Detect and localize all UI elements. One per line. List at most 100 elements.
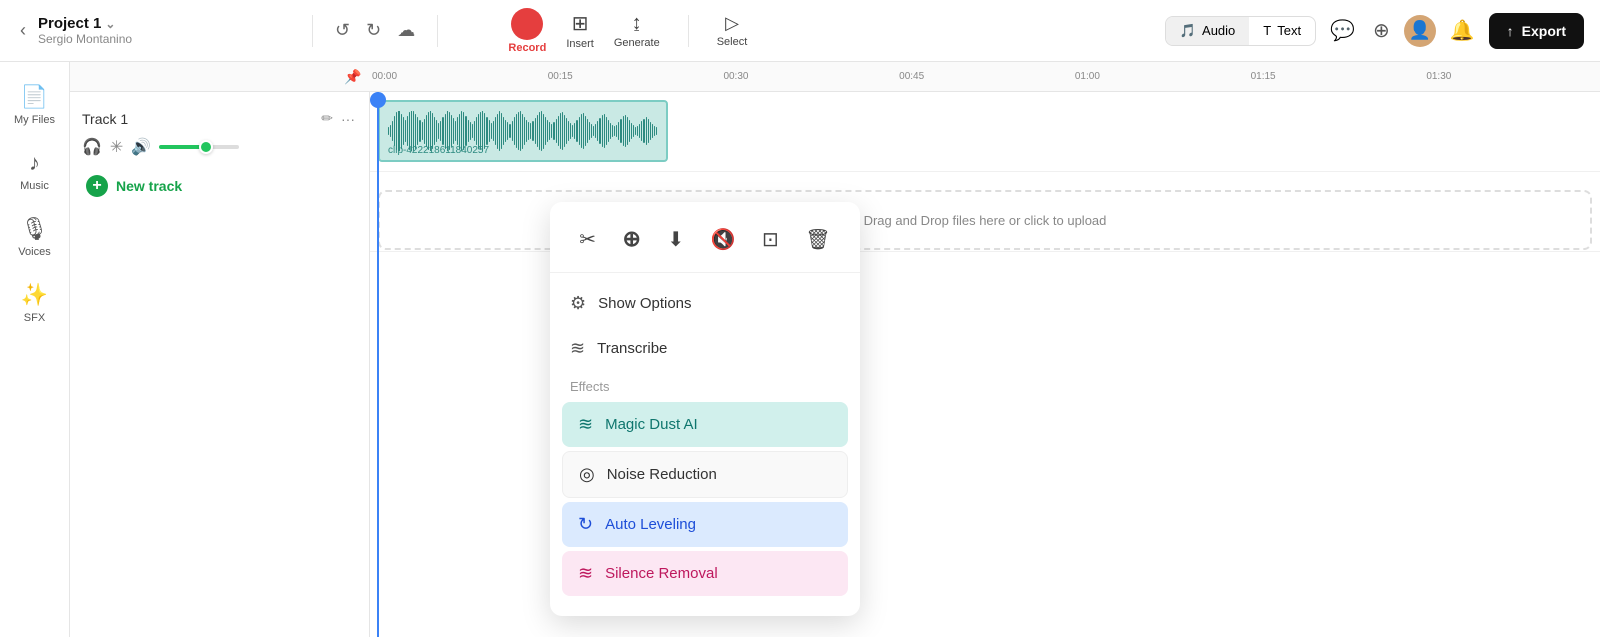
cloud-save-button[interactable]: ☁ <box>391 14 421 47</box>
editor: 📌 00:00 00:15 00:30 00:45 01:00 01:15 01… <box>70 62 1600 637</box>
add-button[interactable]: ⊕ <box>1369 14 1394 47</box>
track-1-name: Track 1 <box>82 111 128 127</box>
avatar: 👤 <box>1404 15 1436 47</box>
record-label: Record <box>508 42 546 54</box>
export-label: Export <box>1522 23 1566 39</box>
track-1-actions: ✏ ··· <box>319 108 357 129</box>
magic-dust-effect[interactable]: ≋ Magic Dust AI <box>562 402 848 447</box>
export-button[interactable]: ↑ Export <box>1489 13 1584 49</box>
music-icon: ♪ <box>29 150 40 176</box>
ruler-marks: 00:00 00:15 00:30 00:45 01:00 01:15 01:3… <box>370 71 1600 82</box>
show-options-item[interactable]: ⚙ Show Options <box>550 281 860 326</box>
new-track-label: New track <box>116 178 182 194</box>
ruler-mark-1: 00:15 <box>546 71 722 82</box>
context-toolbar: ✂ ⊕ ⬇ 🔇 ⊡ 🗑 <box>550 214 860 273</box>
text-toggle-button[interactable]: T Text <box>1249 17 1315 45</box>
magic-dust-label: Magic Dust AI <box>605 416 698 433</box>
ruler-mark-4: 01:00 <box>1073 71 1249 82</box>
generate-button[interactable]: ↨ Generate <box>614 12 660 49</box>
ctx-mute-button[interactable]: 🔇 <box>703 219 744 260</box>
record-button[interactable]: Record <box>508 8 546 54</box>
silence-removal-effect[interactable]: ≋ Silence Removal <box>562 551 848 596</box>
track-1-lane: clip-422218611840257 <box>370 92 1600 172</box>
ruler-mark-2: 00:30 <box>721 71 897 82</box>
track-1-controls: 🎧 ✳ 🔊 <box>82 137 357 157</box>
select-label: Select <box>717 36 748 48</box>
noise-reduction-icon: ◎ <box>579 464 595 485</box>
project-author: Sergio Montanino <box>38 32 132 46</box>
audio-icon: 🎵 <box>1180 23 1196 39</box>
notification-button[interactable]: 🔔 <box>1446 14 1479 47</box>
topbar-center: Record ⊞ Insert ↨ Generate ▷ Select <box>454 8 801 54</box>
generate-label: Generate <box>614 37 660 49</box>
project-title: Project 1 <box>38 15 101 32</box>
headphone-button[interactable]: 🎧 <box>82 137 102 157</box>
clip-name: clip-422218611840257 <box>388 145 489 156</box>
track-item-1: Track 1 ✏ ··· 🎧 ✳ 🔊 <box>70 100 369 165</box>
sidebar: 📄 My Files ♪ Music 🎙 Voices ✨ SFX <box>0 62 70 637</box>
sidebar-item-sfx[interactable]: ✨ SFX <box>6 272 64 334</box>
track-header-1: Track 1 ✏ ··· <box>82 108 357 129</box>
divider-2 <box>437 15 438 47</box>
auto-leveling-icon: ↻ <box>578 514 593 535</box>
noise-reduction-label: Noise Reduction <box>607 466 717 483</box>
volume-button[interactable]: 🔊 <box>131 137 151 157</box>
track-edit-button[interactable]: ✏ <box>319 108 335 129</box>
ctx-split-button[interactable]: ⊡ <box>754 219 787 260</box>
magic-dust-icon: ≋ <box>578 414 593 435</box>
audio-label: Audio <box>1202 23 1235 38</box>
new-track-button[interactable]: + New track <box>70 165 369 207</box>
undo-button[interactable]: ↺ <box>329 14 356 47</box>
ruler-mark-5: 01:15 <box>1249 71 1425 82</box>
topbar-edit-actions: ↺ ↻ ☁ <box>329 14 421 47</box>
ctx-delete-button[interactable]: 🗑 <box>797 219 838 260</box>
sfx-label: SFX <box>24 312 45 324</box>
auto-leveling-label: Auto Leveling <box>605 516 696 533</box>
audio-toggle-button[interactable]: 🎵 Audio <box>1166 17 1249 45</box>
auto-leveling-effect[interactable]: ↻ Auto Leveling <box>562 502 848 547</box>
sidebar-item-voices[interactable]: 🎙 Voices <box>6 206 64 268</box>
project-info: Project 1 ⌄ Sergio Montanino <box>38 15 132 46</box>
volume-slider[interactable] <box>159 145 239 149</box>
select-icon: ▷ <box>725 13 739 34</box>
project-title-row: Project 1 ⌄ <box>38 15 132 32</box>
new-track-icon: + <box>86 175 108 197</box>
divider-1 <box>312 15 313 47</box>
insert-button[interactable]: ⊞ Insert <box>566 11 594 50</box>
topbar-left: ‹ Project 1 ⌄ Sergio Montanino <box>16 15 296 46</box>
select-button[interactable]: ▷ Select <box>717 13 748 48</box>
transcribe-item[interactable]: ≋ Transcribe <box>550 326 860 371</box>
timeline-ruler: 00:00 00:15 00:30 00:45 01:00 01:15 01:3… <box>370 71 1600 82</box>
effects-section-label: Effects <box>550 371 860 398</box>
transcribe-icon: ≋ <box>570 338 585 359</box>
transcribe-label: Transcribe <box>597 340 667 357</box>
text-label: Text <box>1277 23 1301 38</box>
new-track-container: + New track <box>70 165 369 207</box>
timeline-header: 📌 00:00 00:15 00:30 00:45 01:00 01:15 01… <box>70 62 1600 92</box>
ctx-download-button[interactable]: ⬇ <box>659 219 692 260</box>
audio-clip-1[interactable]: clip-422218611840257 <box>378 100 668 162</box>
insert-icon: ⊞ <box>572 11 589 36</box>
ruler-mark-6: 01:30 <box>1424 71 1600 82</box>
noise-reduction-effect[interactable]: ◎ Noise Reduction <box>562 451 848 498</box>
ctx-cut-button[interactable]: ✂ <box>571 219 604 260</box>
sidebar-item-my-files[interactable]: 📄 My Files <box>6 74 64 136</box>
silence-removal-label: Silence Removal <box>605 565 718 582</box>
back-button[interactable]: ‹ <box>16 16 30 45</box>
export-icon: ↑ <box>1507 23 1514 39</box>
upload-zone-label: Drag and Drop files here or click to upl… <box>864 213 1107 228</box>
ctx-add-button[interactable]: ⊕ <box>614 218 648 260</box>
voices-icon: 🎙 <box>21 216 49 242</box>
text-icon: T <box>1263 23 1271 38</box>
voices-label: Voices <box>18 246 50 258</box>
show-options-label: Show Options <box>598 295 691 312</box>
playhead-dot <box>370 92 386 108</box>
chat-button[interactable]: 💬 <box>1326 14 1359 47</box>
redo-button[interactable]: ↻ <box>360 14 387 47</box>
ruler-mark-3: 00:45 <box>897 71 1073 82</box>
pin-button[interactable]: 📌 <box>344 68 361 85</box>
magic-button[interactable]: ✳ <box>110 137 123 157</box>
track-more-button[interactable]: ··· <box>339 108 357 129</box>
show-options-icon: ⚙ <box>570 293 586 314</box>
sidebar-item-music[interactable]: ♪ Music <box>6 140 64 202</box>
